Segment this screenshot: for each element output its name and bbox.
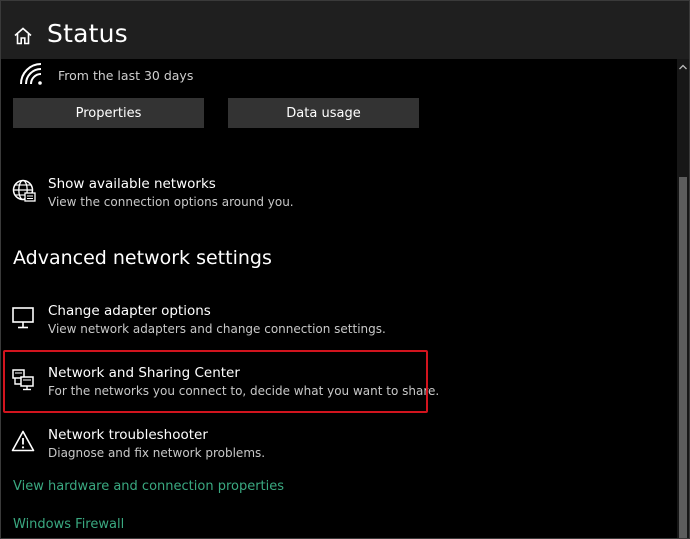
change-adapter-options[interactable]: Change adapter options View network adap… [11,303,429,351]
highlight-box [3,350,428,413]
data-usage-button[interactable]: Data usage [228,98,419,128]
connection-usage: From the last 30 days [13,59,433,89]
scrollbar[interactable] [677,59,689,538]
monitor-icon [12,307,34,329]
item-description: View the connection options around you. [48,195,294,209]
windows-firewall-link[interactable]: Windows Firewall [13,517,124,532]
scrollbar-thumb[interactable] [679,177,687,538]
usage-period: From the last 30 days [58,68,194,83]
globe-icon [12,179,36,202]
properties-button[interactable]: Properties [13,98,204,128]
item-title: Show available networks [48,176,216,192]
view-hardware-properties-link[interactable]: View hardware and connection properties [13,479,284,494]
settings-window: Status From the last 30 days Properties … [0,0,690,539]
section-heading: Advanced network settings [13,247,272,269]
item-title: Network troubleshooter [48,427,208,443]
home-icon[interactable] [13,26,33,46]
item-title: Change adapter options [48,303,211,319]
item-description: Diagnose and fix network problems. [48,446,266,460]
network-troubleshooter[interactable]: Network troubleshooter Diagnose and fix … [11,427,429,475]
header: Status [1,1,689,59]
item-description: View network adapters and change connect… [48,322,386,336]
wifi-icon [20,63,42,85]
show-available-networks[interactable]: Show available networks View the connect… [11,176,429,224]
scroll-up-arrow-icon[interactable] [677,61,689,73]
page-title: Status [47,19,128,48]
warning-icon [11,430,35,452]
